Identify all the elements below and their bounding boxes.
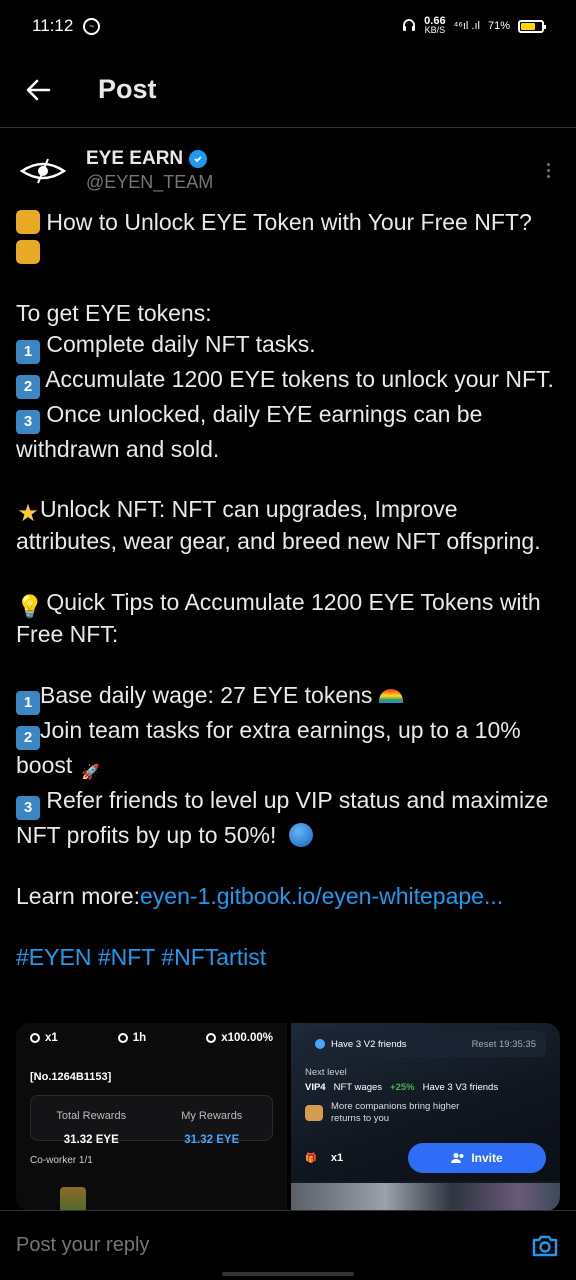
status-bar: 11:12 ~ 0.66 KB/S ⁴⁶ıl .ıl 71% <box>0 0 576 52</box>
lock-emoji-icon <box>16 210 40 234</box>
battery-icon <box>518 19 546 33</box>
companions-note: More companions bring higher returns to … <box>305 1101 546 1125</box>
lock-emoji-icon <box>16 240 40 265</box>
globe-emoji-icon <box>289 823 314 847</box>
page-title: Post <box>98 74 157 104</box>
more-options-icon[interactable] <box>536 150 560 190</box>
eye-logo-icon <box>19 158 67 184</box>
nft-id: [No.1264B1153] <box>30 1071 112 1083</box>
star-emoji-icon: ★ <box>17 500 39 528</box>
reply-bar <box>0 1210 576 1280</box>
reply-input[interactable] <box>16 1234 530 1257</box>
nft-stats-row: x1 1h x100.00% <box>30 1025 273 1051</box>
tip-1: 1 Base daily wage: 27 EYE tokens <box>16 680 560 715</box>
tip-2: 2 Join team tasks for extra earnings, up … <box>16 715 560 785</box>
keycap-3-icon: 3 <box>16 409 40 434</box>
author-name[interactable]: EYE EARN <box>86 148 213 170</box>
tips-title: 💡 Quick Tips to Accumulate 1200 EYE Toke… <box>16 589 548 648</box>
verified-badge-icon <box>189 149 208 168</box>
messenger-icon: ~ <box>83 17 101 35</box>
post-title-line: How to Unlock EYE Token with Your Free N… <box>16 207 560 268</box>
next-level-label: Next level <box>305 1067 347 1078</box>
unlock-text: ★Unlock NFT: NFT can upgrades, Improve a… <box>16 496 541 555</box>
coworker-label: Co-worker 1/1 <box>30 1155 93 1166</box>
media-image-2[interactable]: Have 3 V2 friends Reset 19:35:35 Next le… <box>291 1023 560 1211</box>
post-text: How to Unlock EYE Token with Your Free N… <box>16 207 560 972</box>
tip-3: 3 Refer friends to level up VIP status a… <box>16 787 555 848</box>
network-speed: 0.66 KB/S <box>424 15 446 35</box>
gift-icon: 🎁 <box>305 1152 317 1164</box>
rocket-emoji-icon: 🚀 <box>81 764 100 781</box>
nft-thumbnail <box>60 1187 86 1211</box>
check-icon <box>315 1039 325 1049</box>
multiplier-icon <box>206 1033 217 1043</box>
home-indicator <box>222 1272 354 1276</box>
author-handle[interactable]: @EYEN_TEAM <box>86 172 213 193</box>
clock: 11:12 <box>32 16 74 35</box>
intro-text: To get EYE tokens: <box>16 300 212 327</box>
clock-icon <box>117 1033 128 1043</box>
camera-icon[interactable] <box>530 1231 560 1261</box>
signal-icon: ⁴⁶ıl .ıl <box>453 20 480 32</box>
media-image-3[interactable] <box>291 1183 560 1211</box>
rainbow-emoji-icon <box>378 689 403 703</box>
keycap-1-icon: 1 <box>16 691 40 715</box>
battery-percent: 71% <box>487 20 510 32</box>
post-header: EYE EARN @EYEN_TEAM <box>16 140 560 200</box>
back-arrow-icon[interactable] <box>0 52 76 128</box>
top-bar: Post <box>0 52 576 128</box>
avatar[interactable] <box>16 143 70 197</box>
users-icon <box>451 1153 464 1163</box>
friends-bar: Have 3 V2 friends Reset 19:35:35 <box>305 1031 546 1057</box>
step-3: 3 Once unlocked, daily EYE earnings can … <box>16 400 489 462</box>
step-1: 1 Complete daily NFT tasks. <box>16 329 560 364</box>
invite-button: Invite <box>408 1143 546 1173</box>
keycap-2-icon: 2 <box>16 374 40 399</box>
lightbulb-emoji-icon: 💡 <box>16 594 44 620</box>
rewards-box: Total Rewards 31.32 EYE My Rewards 31.32… <box>30 1095 273 1146</box>
media-image-1[interactable]: x1 1h x100.00% [No.1264B1153] Total Rewa… <box>16 1023 287 1211</box>
step-2: 2 Accumulate 1200 EYE tokens to unlock y… <box>16 364 560 399</box>
keycap-3-icon: 3 <box>16 796 40 820</box>
handshake-icon <box>305 1105 323 1121</box>
media-gallery: x1 1h x100.00% [No.1264B1153] Total Rewa… <box>16 1023 560 1211</box>
headphones-icon <box>402 18 416 35</box>
vip-row: VIP4 NFT wages +25% Have 3 V3 friends <box>305 1082 499 1093</box>
hashtags[interactable]: #EYEN #NFT #NFTartist <box>16 942 560 972</box>
keycap-2-icon: 2 <box>16 726 40 750</box>
invite-row: 🎁 x1 Invite <box>305 1142 546 1174</box>
whitepaper-link[interactable]: eyen-1.gitbook.io/eyen-whitepape... <box>140 883 503 909</box>
keycap-1-icon: 1 <box>16 339 40 364</box>
coin-icon <box>30 1033 40 1043</box>
learn-more: Learn more:eyen-1.gitbook.io/eyen-whitep… <box>16 882 504 909</box>
